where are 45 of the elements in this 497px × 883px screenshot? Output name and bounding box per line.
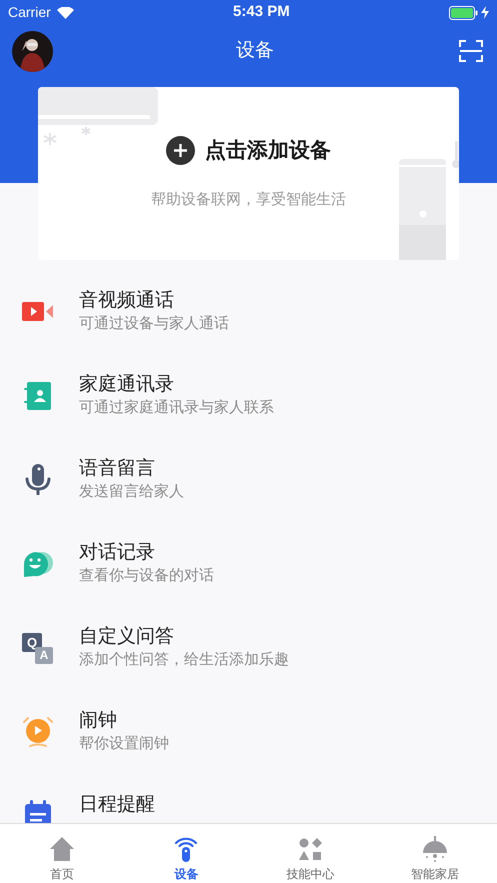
nav-title: 设备 <box>236 38 274 63</box>
feature-title: 自定义问答 <box>79 625 175 649</box>
remote-signal-icon <box>174 836 198 862</box>
feature-item[interactable]: Q A 自定义问答 添加个性问答，给生活添加乐趣 <box>0 606 497 690</box>
tab-bar-item[interactable]: 设备 <box>124 824 248 883</box>
charging-bolt-icon <box>480 6 489 19</box>
house-icon <box>49 836 76 862</box>
video-camera-icon <box>22 302 54 322</box>
feature-title: 对话记录 <box>79 541 156 565</box>
feature-item[interactable]: 对话记录 查看你与设备的对话 <box>0 522 497 606</box>
feature-title: 家庭通讯录 <box>79 373 175 397</box>
add-device-title: 点击添加设备 <box>205 138 331 164</box>
tab-bar-item[interactable]: 首页 <box>0 824 124 883</box>
plus-circle-icon <box>166 136 195 166</box>
carrier-label: Carrier <box>8 3 51 22</box>
feature-description: 添加个性问答，给生活添加乐趣 <box>79 650 289 670</box>
add-device-card[interactable]: 点击添加设备 帮助设备联网，享受智能生活 <box>38 87 459 260</box>
add-device-subtitle: 帮助设备联网，享受智能生活 <box>151 190 346 210</box>
alarm-clock-icon <box>22 716 52 748</box>
tab-bar-item[interactable]: 技能中心 <box>248 824 373 883</box>
feature-item[interactable]: 语音留言 发送留言给家人 <box>0 438 497 522</box>
feature-title: 音视频通话 <box>79 289 175 313</box>
wifi-icon <box>56 6 74 18</box>
battery-icon <box>448 6 478 20</box>
status-time: 5:43 PM <box>233 2 290 22</box>
feature-description: 可通过家庭通讯录与家人联系 <box>79 398 274 418</box>
feature-title: 日程提醒 <box>79 793 155 817</box>
tab-bar-item[interactable]: 智能家居 <box>372 824 497 883</box>
avatar-button[interactable] <box>12 30 53 72</box>
shapes-icon <box>298 838 323 862</box>
ceiling-lamp-icon <box>422 836 448 862</box>
feature-item[interactable]: 音视频通话 可通过设备与家人通话 <box>0 270 497 354</box>
microphone-icon <box>24 464 50 496</box>
feature-item[interactable]: 闹钟 帮你设置闹钟 <box>0 690 497 774</box>
contact-book-icon <box>24 381 52 411</box>
scan-button[interactable] <box>457 37 485 65</box>
feature-description: 查看你与设备的对话 <box>79 566 214 586</box>
smiley-chat-icon <box>22 550 54 578</box>
feature-title: 语音留言 <box>79 457 156 481</box>
feature-item[interactable]: 家庭通讯录 可通过家庭通讯录与家人联系 <box>0 354 497 438</box>
feature-description: 帮你设置闹钟 <box>79 734 169 754</box>
scan-icon <box>459 40 483 62</box>
feature-title: 闹钟 <box>79 709 118 733</box>
feature-description: 可通过设备与家人通话 <box>79 314 229 334</box>
feature-description: 发送留言给家人 <box>79 482 184 502</box>
